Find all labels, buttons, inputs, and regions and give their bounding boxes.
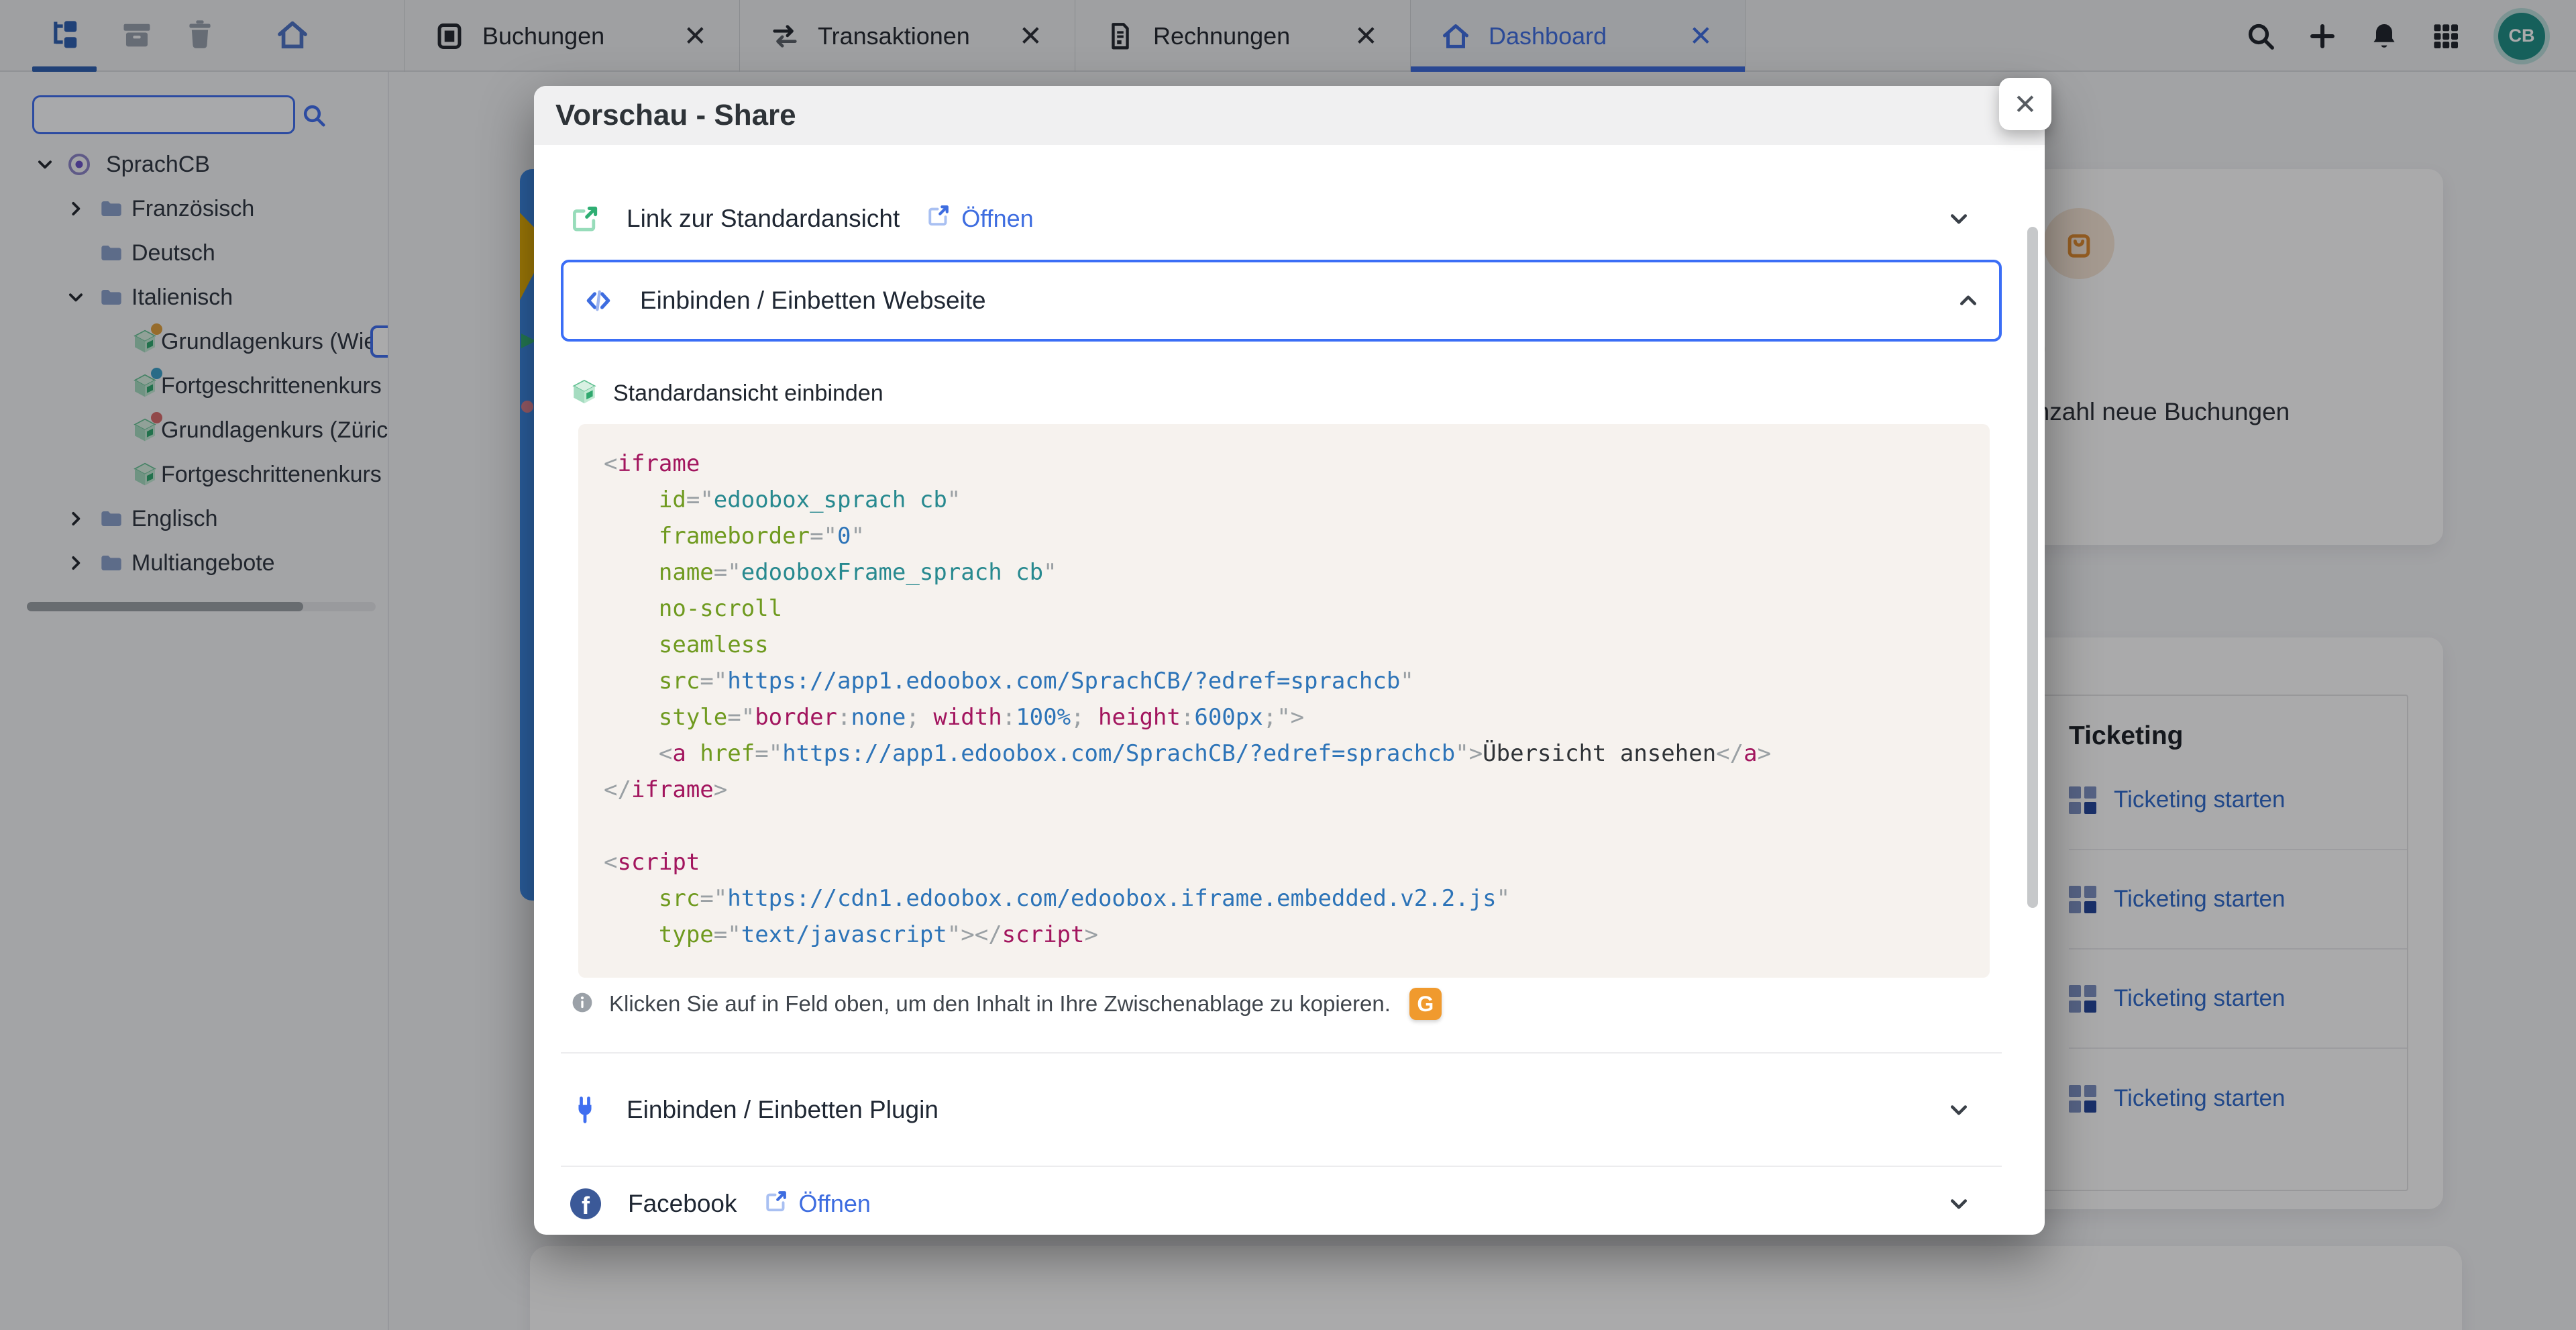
facebook-icon: f	[570, 1188, 601, 1219]
external-link-icon	[926, 203, 951, 234]
divider	[561, 1166, 2002, 1167]
code-line: <iframe	[604, 446, 1990, 482]
code-icon	[584, 286, 613, 315]
code-line: type="text/javascript"></script>	[604, 917, 1990, 953]
code-line: name="edooboxFrame_sprach cb"	[604, 554, 1990, 591]
code-line: <script	[604, 844, 1990, 880]
accordion-link-standard-view[interactable]: Link zur Standardansicht Öffnen	[570, 187, 1978, 250]
copy-hint: Klicken Sie auf in Feld oben, um den Inh…	[570, 984, 1442, 1024]
close-icon[interactable]: ✕	[1999, 78, 2051, 130]
divider	[561, 1052, 2002, 1054]
open-link[interactable]: Öffnen	[926, 203, 1033, 234]
accordion-label: Einbinden / Einbetten Plugin	[627, 1096, 938, 1124]
external-link-icon	[570, 204, 600, 234]
accordion-embed-website[interactable]: Einbinden / Einbetten Webseite	[561, 260, 2002, 342]
embed-section-text: Standardansicht einbinden	[613, 380, 883, 407]
external-link-icon	[764, 1189, 788, 1219]
chevron-down-icon[interactable]	[1947, 1098, 1971, 1122]
chevron-up-icon[interactable]	[1956, 289, 1980, 313]
code-line: src="https://cdn1.edoobox.com/edoobox.if…	[604, 880, 1990, 917]
accordion-label: Einbinden / Einbetten Webseite	[640, 287, 986, 315]
chevron-down-icon[interactable]	[1947, 207, 1971, 231]
app-root: Buchungen✕Transaktionen✕Rechnungen✕Dashb…	[0, 0, 2576, 1330]
info-icon	[570, 990, 594, 1018]
plug-icon	[570, 1095, 600, 1125]
code-line: src="https://app1.edoobox.com/SprachCB/?…	[604, 663, 1990, 699]
code-line: seamless	[604, 627, 1990, 663]
modal-scrollbar[interactable]	[2027, 227, 2038, 908]
open-link[interactable]: Öffnen	[764, 1189, 871, 1219]
open-link-label: Öffnen	[799, 1190, 871, 1218]
code-line: </iframe>	[604, 772, 1990, 808]
code-line: no-scroll	[604, 591, 1990, 627]
code-line: style="border:none; width:100%; height:6…	[604, 699, 1990, 735]
grammarly-badge[interactable]: G	[1409, 988, 1442, 1020]
embed-section-label: Standardansicht einbinden	[570, 374, 883, 412]
accordion-facebook[interactable]: f Facebook Öffnen	[570, 1173, 1978, 1235]
accordion-label: Link zur Standardansicht	[627, 205, 900, 233]
modal-title: Vorschau - Share	[555, 99, 796, 132]
accordion-label: Facebook	[628, 1190, 737, 1218]
code-line: id="edoobox_sprach cb"	[604, 482, 1990, 518]
code-line: <a href="https://app1.edoobox.com/Sprach…	[604, 735, 1990, 772]
copy-hint-text: Klicken Sie auf in Feld oben, um den Inh…	[609, 991, 1391, 1017]
accordion-embed-plugin[interactable]: Einbinden / Einbetten Plugin	[570, 1078, 1978, 1141]
modal-header: Vorschau - Share	[534, 86, 2045, 145]
embed-code-field[interactable]: <iframe id="edoobox_sprach cb" framebord…	[578, 424, 1990, 978]
code-line: frameborder="0"	[604, 518, 1990, 554]
cube-icon	[570, 378, 598, 409]
open-link-label: Öffnen	[961, 205, 1033, 233]
code-line	[604, 808, 1990, 844]
share-preview-modal: Vorschau - Share Link zur Standardansich…	[534, 86, 2045, 1235]
chevron-down-icon[interactable]	[1947, 1192, 1971, 1216]
